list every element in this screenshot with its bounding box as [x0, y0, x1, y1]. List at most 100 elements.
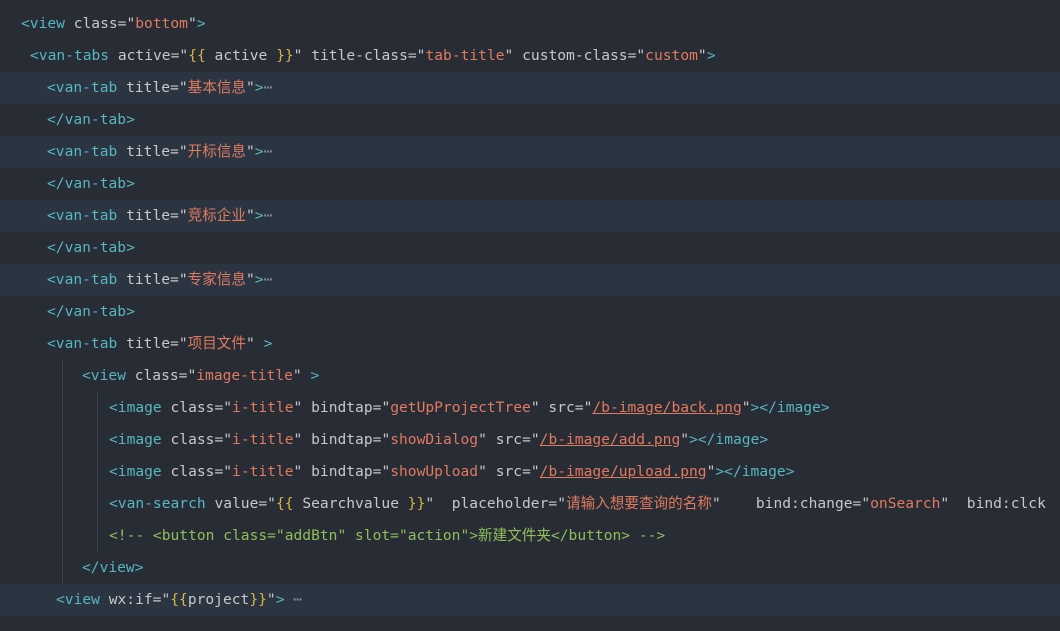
code-tag-token: ></image> — [689, 431, 769, 448]
code-line-folded[interactable]: <van-tab title="开标信息">⋯ — [0, 136, 1060, 168]
code-token: " — [246, 143, 255, 160]
code-line[interactable]: </van-tab> — [0, 232, 1060, 264]
code-token: " — [266, 591, 276, 608]
fold-ellipsis-icon[interactable]: ⋯ — [264, 79, 273, 96]
code-token: " — [178, 271, 188, 288]
code-tag-token: </view> — [82, 559, 144, 576]
code-line[interactable]: <van-tab title="项目文件" > — [0, 328, 1060, 360]
code-token: " — [246, 335, 255, 352]
code-tag-token: <view — [56, 591, 100, 608]
code-token: = — [170, 271, 179, 288]
code-string-token: 项目文件 — [187, 335, 246, 352]
code-brace-token: }} — [249, 591, 267, 608]
code-brace-token: {{ — [170, 591, 188, 608]
code-text: <van-tab title="专家信息">⋯ — [47, 264, 272, 296]
code-token: " — [178, 207, 188, 224]
code-token: " — [161, 591, 171, 608]
code-tag-token: </van-tab> — [47, 303, 135, 320]
code-token: " — [292, 367, 302, 384]
file-path-link[interactable]: /b-image/upload.png — [540, 463, 707, 480]
file-path-link[interactable]: /b-image/add.png — [540, 431, 681, 448]
code-line[interactable]: <!-- <button class="addBtn" slot="action… — [0, 520, 1060, 552]
code-text: </view> — [82, 552, 144, 584]
code-line[interactable]: </van-tab> — [0, 296, 1060, 328]
code-line[interactable]: <image class="i-title" bindtap="showUplo… — [0, 456, 1060, 488]
code-token: = — [852, 495, 862, 512]
code-tag-token: <image — [109, 399, 162, 416]
code-line-folded[interactable]: <van-tab title="竞标企业">⋯ — [0, 200, 1060, 232]
code-text: <image class="i-title" bindtap="showUplo… — [109, 456, 794, 488]
code-token: " — [187, 367, 197, 384]
code-token: " — [478, 431, 487, 448]
code-tag-token: > — [254, 143, 264, 160]
code-token: = — [170, 143, 179, 160]
code-token: " — [636, 47, 646, 64]
code-string-token: 基本信息 — [187, 79, 246, 96]
code-token: active — [205, 47, 277, 64]
code-tag-token: ></image> — [750, 399, 830, 416]
code-line-folded[interactable]: <view wx:if="{{project}}"> ⋯ — [0, 584, 1060, 616]
indent-guide — [62, 456, 63, 488]
code-line[interactable]: </view> — [0, 552, 1060, 584]
code-tag-token: > — [254, 335, 273, 352]
code-line[interactable]: <van-tabs active="{{ active }}" title-cl… — [0, 40, 1060, 72]
code-token: = — [522, 463, 531, 480]
code-text: </van-tab> — [47, 104, 135, 136]
code-token: project — [187, 591, 250, 608]
code-text: <image class="i-title" bindtap="getUpPro… — [109, 392, 830, 424]
fold-ellipsis-icon[interactable]: ⋯ — [264, 271, 273, 288]
code-text: <van-search value="{{ Searchvalue }}" pl… — [109, 488, 1046, 520]
code-line[interactable]: <view class="image-title" > — [0, 360, 1060, 392]
code-string-token: showDialog — [390, 431, 479, 448]
code-text: </van-tab> — [47, 296, 135, 328]
code-string-token: i-title — [232, 463, 294, 480]
code-line-folded[interactable]: <van-tab title="基本信息">⋯ — [0, 72, 1060, 104]
code-line[interactable]: </van-tab> — [0, 168, 1060, 200]
indent-guide — [62, 552, 63, 584]
code-tag-token: > — [254, 79, 264, 96]
code-tag-token: > — [301, 367, 320, 384]
code-token: " — [697, 47, 707, 64]
code-attr-token: class — [125, 367, 179, 384]
code-token: = — [170, 335, 179, 352]
code-line[interactable]: <van-search value="{{ Searchvalue }}" pl… — [0, 488, 1060, 520]
fold-ellipsis-icon[interactable]: ⋯ — [285, 591, 302, 608]
code-string-token: bottom — [135, 15, 188, 32]
indent-guide — [62, 392, 63, 424]
code-tag-token: > — [196, 15, 206, 32]
code-brace-token: }} — [407, 495, 426, 512]
code-attr-token: class — [161, 463, 215, 480]
code-token: " — [861, 495, 871, 512]
fold-ellipsis-icon[interactable]: ⋯ — [264, 143, 273, 160]
code-string-token: custom — [645, 47, 698, 64]
code-editor[interactable]: <view class="bottom"> <van-tabs active="{… — [0, 0, 1060, 631]
code-token: " — [680, 431, 690, 448]
code-line[interactable]: </van-tab> — [0, 104, 1060, 136]
code-token: " — [530, 463, 540, 480]
code-line[interactable]: <image class="i-title" bindtap="getUpPro… — [0, 392, 1060, 424]
code-text: <van-tab title="竞标企业">⋯ — [47, 200, 272, 232]
code-attr-token: title — [117, 271, 171, 288]
code-line[interactable]: <view class="bottom"> — [0, 8, 1060, 40]
code-token: " — [126, 15, 136, 32]
code-attr-token: title — [117, 143, 171, 160]
code-tag-token: <van-tabs — [30, 47, 110, 64]
code-text: <!-- <button class="addBtn" slot="action… — [109, 520, 665, 552]
code-brace-token: {{ — [188, 47, 206, 64]
code-token: " — [381, 399, 391, 416]
code-attr-token: value — [205, 495, 259, 512]
code-text: <van-tabs active="{{ active }}" title-cl… — [30, 40, 715, 72]
code-line[interactable]: <image class="i-title" bindtap="showDial… — [0, 424, 1060, 456]
code-token: " — [530, 431, 540, 448]
fold-ellipsis-icon[interactable]: ⋯ — [264, 207, 273, 224]
code-line-folded[interactable]: <van-tab title="专家信息">⋯ — [0, 264, 1060, 296]
code-attr-token: wx:if — [99, 591, 153, 608]
code-attr-token: placeholder — [434, 495, 549, 512]
code-token: " — [478, 463, 487, 480]
code-tag-token: ></image> — [715, 463, 795, 480]
code-tag-token: <view — [82, 367, 126, 384]
file-path-link[interactable]: /b-image/back.png — [592, 399, 741, 416]
code-token: " — [178, 79, 188, 96]
code-token: " — [381, 463, 391, 480]
code-tag-token: > — [254, 207, 264, 224]
